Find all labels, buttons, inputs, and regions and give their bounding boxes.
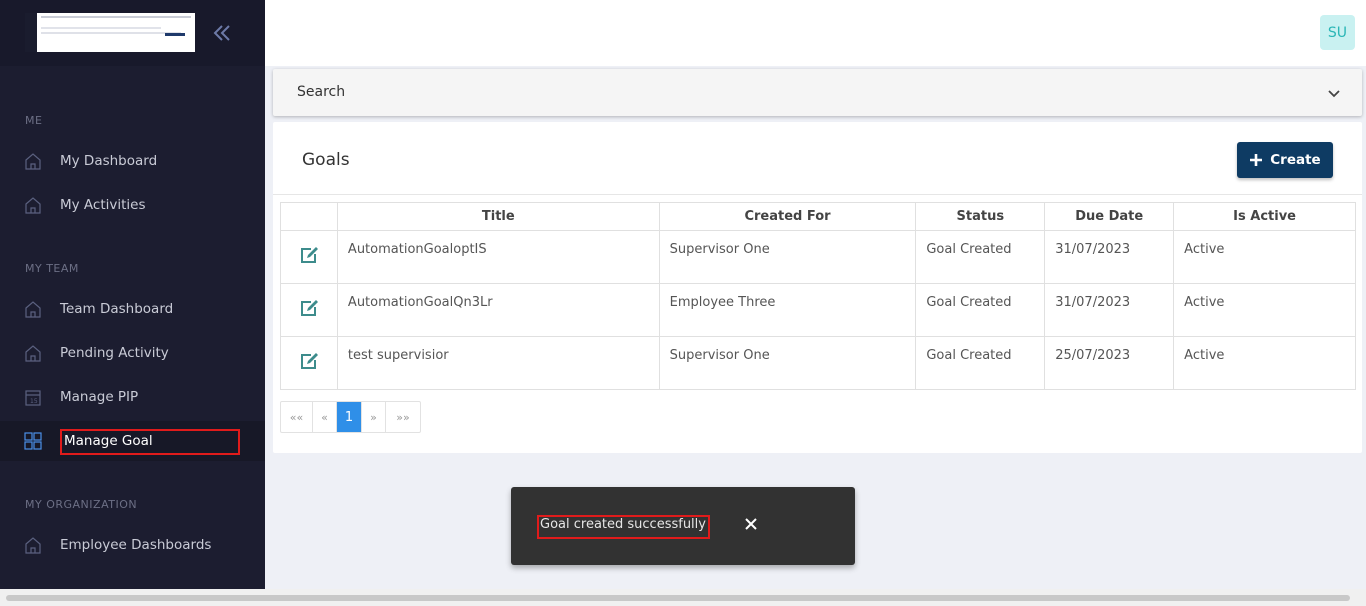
cell-status: Goal Created [915,336,1046,390]
cell-due-date: 25/07/2023 [1044,336,1175,390]
edit-icon[interactable] [299,300,319,321]
cell-title: AutomationGoalQn3Lr [336,283,660,337]
column-header[interactable]: Due Date [1044,202,1175,231]
home-icon [24,152,42,170]
cell-status: Goal Created [915,230,1046,284]
cell-due-date: 31/07/2023 [1044,283,1175,337]
calendar-icon: 15 [24,388,42,406]
cell-title: AutomationGoaloptIS [336,230,660,284]
sidebar: ME My Dashboard My Activities MY TEAM Te… [0,0,265,589]
column-header[interactable]: Title [336,202,660,231]
sidebar-item-pending-activity[interactable]: Pending Activity [0,333,265,373]
sidebar-item-label: Employee Dashboards [60,537,212,553]
highlight-annotation [537,515,710,539]
sidebar-item-team-dashboard[interactable]: Team Dashboard [0,289,265,329]
column-header-actions [280,202,338,231]
pagination-next[interactable]: » [362,402,386,432]
section-label-my-organization: MY ORGANIZATION [25,498,138,511]
sidebar-item-employee-dashboards[interactable]: Employee Dashboards [0,525,265,565]
section-label-my-team: MY TEAM [25,262,79,275]
success-toast: Goal created successfully [511,487,855,565]
search-panel[interactable]: Search [273,69,1362,116]
table-header-row: Title Created For Status Due Date Is Act… [280,202,1356,231]
company-logo[interactable] [25,13,195,52]
edit-cell [280,336,338,390]
home-icon [24,536,42,554]
chevron-down-icon[interactable] [1326,85,1342,101]
goals-table: Title Created For Status Due Date Is Act… [280,202,1356,390]
goals-card: Goals Create Title Created For Status Du… [273,122,1362,453]
edit-icon[interactable] [299,247,319,268]
collapse-sidebar-icon[interactable] [211,22,233,44]
user-avatar[interactable]: SU [1320,15,1355,50]
cell-created-for: Supervisor One [658,336,917,390]
pagination-page-current[interactable]: 1 [337,402,362,432]
close-icon[interactable] [743,516,759,532]
top-bar: SU [265,0,1366,66]
divider [273,194,1362,195]
sidebar-item-my-dashboard[interactable]: My Dashboard [0,141,265,181]
sidebar-item-label: Team Dashboard [60,301,174,317]
cell-status: Goal Created [915,283,1046,337]
home-icon [24,344,42,362]
cell-is-active: Active [1173,336,1356,390]
cell-is-active: Active [1173,230,1356,284]
column-header[interactable]: Is Active [1173,202,1356,231]
cell-due-date: 31/07/2023 [1044,230,1175,284]
pagination: «« « 1 » »» [280,401,421,433]
page-title: Goals [302,150,350,170]
pagination-last[interactable]: »» [386,402,420,432]
scrollbar-thumb[interactable] [6,595,1350,601]
column-header[interactable]: Status [915,202,1046,231]
sidebar-item-my-activities[interactable]: My Activities [0,185,265,225]
cell-title: test supervisior [336,336,660,390]
edit-icon[interactable] [299,353,319,374]
search-panel-label: Search [297,84,346,100]
section-label-me: ME [25,114,43,127]
home-icon [24,196,42,214]
horizontal-scrollbar[interactable] [0,589,1366,606]
edit-cell [280,283,338,337]
sidebar-item-label: Pending Activity [60,345,169,361]
sidebar-item-label: My Activities [60,197,146,213]
svg-text:15: 15 [30,398,38,405]
plus-icon [1249,153,1263,167]
create-button-label: Create [1270,152,1321,168]
column-header[interactable]: Created For [658,202,917,231]
table-row: test supervisior Supervisor One Goal Cre… [280,336,1356,390]
sidebar-item-label: Manage PIP [60,389,139,405]
grid-icon [24,432,42,450]
sidebar-item-manage-pip[interactable]: 15 Manage PIP [0,377,265,417]
sidebar-item-label: My Dashboard [60,153,158,169]
cell-is-active: Active [1173,283,1356,337]
table-row: AutomationGoalQn3Lr Employee Three Goal … [280,283,1356,337]
sidebar-header [0,0,265,66]
cell-created-for: Supervisor One [658,230,917,284]
table-row: AutomationGoaloptIS Supervisor One Goal … [280,230,1356,284]
home-icon [24,300,42,318]
highlight-annotation [60,429,240,455]
pagination-first[interactable]: «« [281,402,313,432]
edit-cell [280,230,338,284]
create-goal-button[interactable]: Create [1237,142,1333,178]
pagination-prev[interactable]: « [313,402,337,432]
cell-created-for: Employee Three [658,283,917,337]
